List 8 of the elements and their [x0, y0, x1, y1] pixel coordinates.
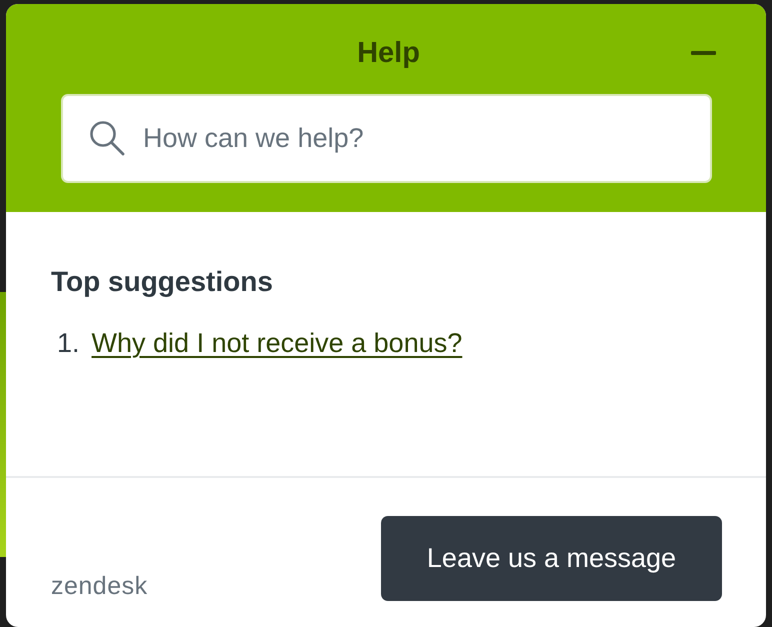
leave-message-button[interactable]: Leave us a message: [381, 516, 722, 601]
section-heading: Top suggestions: [51, 265, 274, 299]
list-number: 1.: [57, 327, 80, 360]
article-link[interactable]: Why did I not receive a bonus?: [92, 325, 462, 361]
brand-logo: zendesk: [51, 572, 148, 601]
widget-title: Help: [357, 36, 420, 70]
search-field[interactable]: How can we help?: [61, 94, 712, 183]
minimize-icon[interactable]: [691, 51, 716, 55]
